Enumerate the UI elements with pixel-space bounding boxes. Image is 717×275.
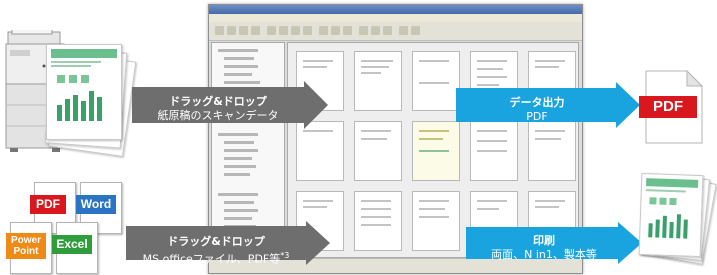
files-arrow-title: ドラッグ&ドロップ <box>167 235 265 248</box>
page-thumbnail <box>412 51 460 111</box>
page-thumbnail <box>470 121 518 181</box>
output-pdf-label: PDF <box>639 96 697 118</box>
powerpoint-file-icon: Power Point <box>6 222 52 274</box>
printed-chart-graphic <box>648 197 688 239</box>
page-thumbnail <box>412 121 460 181</box>
paper-chart-graphic <box>57 75 102 121</box>
page-thumbnail <box>528 121 576 181</box>
data-output-title: データ出力 <box>509 96 565 109</box>
page-thumbnail <box>296 121 344 181</box>
window-menubar <box>209 14 582 22</box>
page-thumbnail <box>412 191 460 251</box>
window-toolbar <box>209 22 582 41</box>
excel-file-icon: Excel <box>52 222 98 274</box>
scan-arrow-title: ドラッグ&ドロップ <box>169 95 267 108</box>
scan-arrow-subtitle: 紙原稿のスキャンデータ <box>157 109 279 122</box>
files-arrow-label: ドラッグ&ドロップ MS officeファイル、PDF等*3 <box>126 235 306 267</box>
output-pdf-document: PDF <box>639 70 703 144</box>
pdf-file-label: PDF <box>30 195 66 214</box>
files-arrow-footnote: *3 <box>280 251 290 260</box>
page-thumbnail <box>354 191 402 251</box>
data-output-subtitle: PDF <box>526 110 548 123</box>
scan-arrow-label: ドラッグ&ドロップ 紙原稿のスキャンデータ <box>132 95 304 123</box>
excel-file-label: Excel <box>52 235 92 254</box>
word-file-label: Word <box>76 195 116 214</box>
print-label: 印刷 両面、N in1、製本等 <box>466 234 622 262</box>
page-thumbnail <box>354 51 402 111</box>
print-subtitle: 両面、N in1、製本等 <box>491 248 597 261</box>
data-output-label: データ出力 PDF <box>456 96 618 124</box>
files-arrow-subtitle: MS officeファイル、PDF等 <box>142 252 281 266</box>
window-titlebar <box>209 5 582 14</box>
paper-original-front <box>46 44 122 140</box>
page-thumbnail <box>354 121 402 181</box>
print-title: 印刷 <box>533 234 555 247</box>
printed-page-front <box>638 172 704 258</box>
powerpoint-file-label: Power Point <box>6 233 46 259</box>
